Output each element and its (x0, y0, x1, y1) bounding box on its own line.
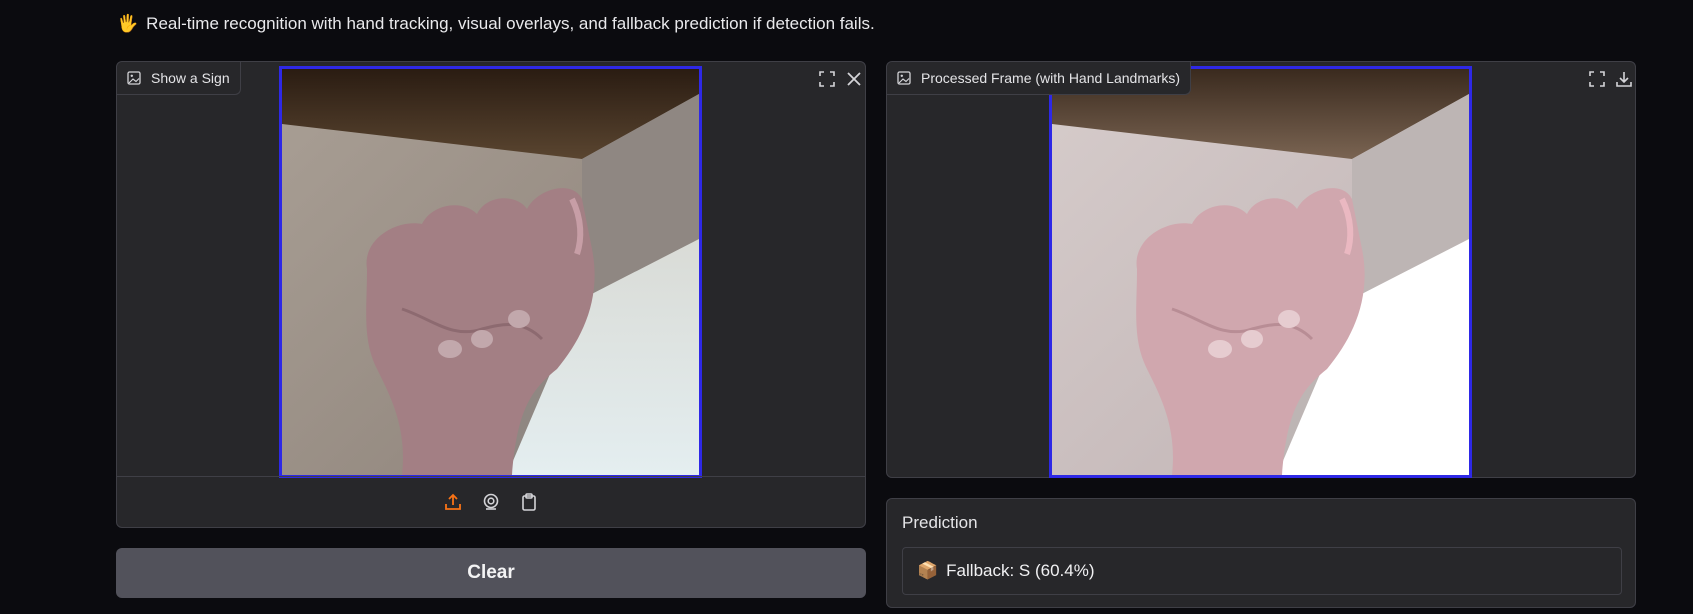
input-image-label: Show a Sign (117, 62, 241, 95)
webcam-icon[interactable] (479, 490, 503, 514)
input-source-toolbar (117, 476, 865, 527)
prediction-text: Fallback: S (60.4%) (946, 561, 1095, 580)
prediction-output[interactable]: 📦 Fallback: S (60.4%) (902, 547, 1622, 595)
processed-frame-image (1049, 66, 1472, 478)
upload-icon[interactable] (441, 490, 465, 514)
input-label-text: Show a Sign (151, 70, 230, 86)
image-icon (127, 71, 141, 85)
prediction-title: Prediction (902, 513, 978, 532)
app-description: 🖐 Real-time recognition with hand tracki… (117, 14, 875, 34)
clear-button[interactable]: Clear (116, 548, 866, 598)
input-image-panel[interactable]: Show a Sign (116, 61, 866, 528)
output-label-text: Processed Frame (with Hand Landmarks) (921, 70, 1181, 86)
prediction-panel: Prediction 📦 Fallback: S (60.4%) (886, 498, 1636, 608)
download-icon[interactable] (1611, 66, 1637, 92)
fullscreen-icon[interactable] (814, 66, 840, 92)
output-image-label: Processed Frame (with Hand Landmarks) (887, 62, 1192, 95)
package-icon: 📦 (917, 561, 939, 580)
fullscreen-icon[interactable] (1584, 66, 1610, 92)
close-icon[interactable] (841, 66, 867, 92)
webcam-frame-image (279, 66, 702, 478)
image-icon (897, 71, 911, 85)
clipboard-icon[interactable] (517, 490, 541, 514)
hand-emoji-icon: 🖐 (117, 14, 139, 33)
description-text: Real-time recognition with hand tracking… (146, 14, 875, 33)
output-image-panel: Processed Frame (with Hand Landmarks) (886, 61, 1636, 478)
